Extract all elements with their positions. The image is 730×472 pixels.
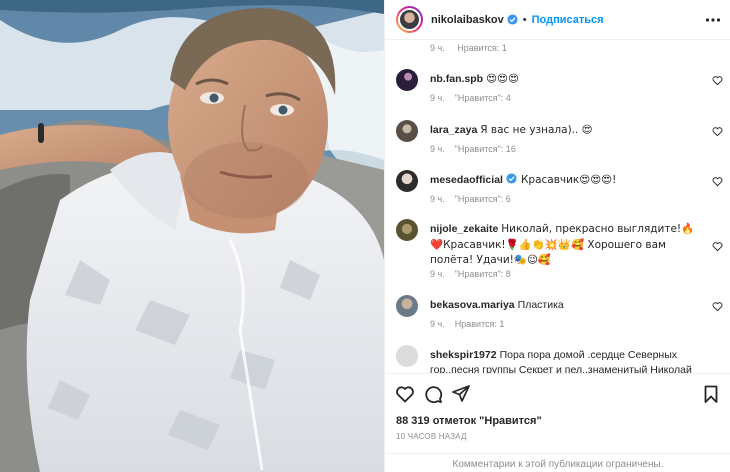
comment-likes[interactable]: Нравится: 1: [457, 43, 507, 53]
comment-meta: 9 ч. Нравится: 1: [430, 319, 514, 329]
comment-likes[interactable]: "Нравится": 4: [455, 93, 511, 103]
header-separator: •: [522, 13, 527, 26]
comment-time: 9 ч.: [430, 269, 445, 279]
comment-time: 9 ч.: [430, 319, 445, 329]
comment-text-block: bekasova.mariya Пластика: [430, 298, 700, 313]
comment-text: Красавчик😍😍😍!: [520, 174, 617, 186]
verified-badge-icon: [507, 14, 518, 25]
comment-time: 9 ч.: [430, 43, 445, 53]
comments-limited-notice: Комментарии к этой публикации ограничены…: [385, 453, 730, 472]
verified-badge-icon: [506, 173, 517, 184]
comment-username[interactable]: bekasova.mariya: [430, 299, 515, 311]
commenter-avatar[interactable]: [396, 345, 418, 367]
comments-list[interactable]: 9 ч. Нравится: 1 nb.fan.spb 😍😍😍 9 ч. "Нрав…: [385, 41, 730, 373]
comment-time: 9 ч.: [430, 93, 445, 103]
post-timestamp[interactable]: 10 ЧАСОВ НАЗАД: [396, 432, 467, 441]
comment-bubble-icon[interactable]: [423, 384, 443, 404]
post-side-panel: nikolaibaskov • Подписаться 9 ч. Нравитс…: [384, 0, 730, 472]
commenter-avatar[interactable]: [396, 295, 418, 317]
comment-likes[interactable]: "Нравится": 8: [455, 269, 511, 279]
comment-username[interactable]: nb.fan.spb: [430, 73, 483, 85]
heart-outline-icon[interactable]: [712, 241, 723, 252]
comment-text-block: nb.fan.spb 😍😍😍: [430, 72, 700, 87]
comment-time: 9 ч.: [430, 194, 445, 204]
comment-text: 😍😍😍: [486, 73, 519, 85]
likes-count[interactable]: 88 319 отметок "Нравится": [396, 415, 542, 427]
heart-outline-icon[interactable]: [395, 384, 415, 404]
comment-username[interactable]: mesedaofficial: [430, 174, 503, 186]
instagram-post: nikolaibaskov • Подписаться 9 ч. Нравитс…: [0, 0, 730, 472]
comment-time: 9 ч.: [430, 144, 445, 154]
comment-likes[interactable]: "Нравится": 16: [455, 144, 516, 154]
heart-outline-icon[interactable]: [712, 126, 723, 137]
selfie-on-boat-image: [0, 0, 384, 472]
post-header: nikolaibaskov • Подписаться: [385, 0, 730, 40]
author-username[interactable]: nikolaibaskov: [431, 14, 504, 26]
heart-outline-icon[interactable]: [712, 75, 723, 86]
comment-meta: 9 ч. "Нравится": 8: [430, 269, 521, 279]
comment-text: Я вас не узнала).. 😍: [480, 124, 593, 136]
bookmark-icon[interactable]: [701, 384, 721, 404]
comment-likes[interactable]: Нравится: 1: [455, 319, 505, 329]
heart-outline-icon[interactable]: [712, 301, 723, 312]
comment-username[interactable]: shekspir1972: [430, 349, 497, 361]
commenter-avatar[interactable]: [396, 219, 418, 241]
comment-username[interactable]: nijole_zekaite: [430, 223, 498, 235]
comment-text-block: mesedaofficial Красавчик😍😍😍!: [430, 173, 700, 188]
paper-plane-icon[interactable]: [451, 384, 471, 404]
post-photo[interactable]: [0, 0, 384, 472]
prev-comment-meta: 9 ч. Нравится: 1: [430, 43, 517, 53]
author-avatar[interactable]: [396, 6, 423, 33]
commenter-avatar[interactable]: [396, 170, 418, 192]
comment-text-block: shekspir1972 Пора пора домой .сердце Севе…: [430, 348, 700, 373]
comment-text-block: lara_zaya Я вас не узнала).. 😍: [430, 123, 700, 138]
comment-meta: 9 ч. "Нравится": 16: [430, 144, 526, 154]
follow-button[interactable]: Подписаться: [532, 14, 604, 26]
comment-meta: 9 ч. "Нравится": 4: [430, 93, 521, 103]
comment-text: Пластика: [517, 299, 564, 311]
commenter-avatar[interactable]: [396, 120, 418, 142]
commenter-avatar[interactable]: [396, 69, 418, 91]
comment-username[interactable]: lara_zaya: [430, 124, 477, 136]
heart-outline-icon[interactable]: [712, 176, 723, 187]
comment-meta: 9 ч. "Нравится": 6: [430, 194, 521, 204]
comment-likes[interactable]: "Нравится": 6: [455, 194, 511, 204]
more-options-icon[interactable]: [705, 12, 721, 28]
comment-text-block: nijole_zekaite Николай, прекрасно выгляди…: [430, 222, 700, 269]
post-actions: 88 319 отметок "Нравится" 10 ЧАСОВ НАЗАД: [385, 373, 730, 463]
